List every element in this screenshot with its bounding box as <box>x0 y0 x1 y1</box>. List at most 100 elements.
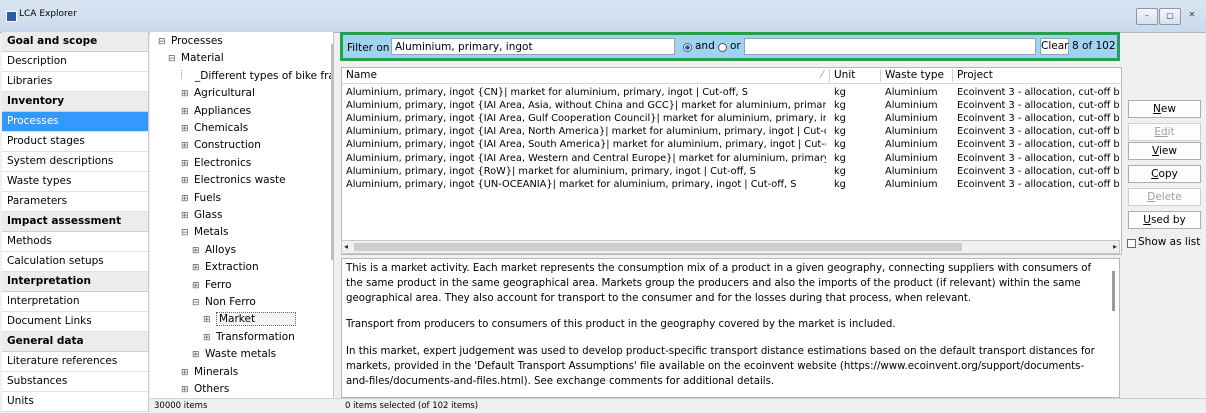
tree-node-market[interactable]: ⊞ Market <box>203 311 297 329</box>
expand-icon[interactable]: ⊞ <box>203 312 212 329</box>
table-horizontal-scrollbar[interactable]: ◂ ▸ <box>341 240 1120 254</box>
sidebar-item-waste-types[interactable]: Waste types <box>2 172 148 192</box>
expand-icon[interactable]: ⊞ <box>181 104 190 121</box>
cell-project: Ecoinvent 3 - allocation, cut-off by <box>957 152 1119 164</box>
expand-icon[interactable]: ⊞ <box>181 208 190 225</box>
tree-node-label: Appliances <box>194 104 252 117</box>
scroll-right-icon[interactable]: ▸ <box>1113 241 1117 253</box>
close-button[interactable]: ✕ <box>1182 8 1202 23</box>
table-row[interactable]: Aluminium, primary, ingot {IAI Area, Gul… <box>342 112 1121 125</box>
table-row[interactable]: Aluminium, primary, ingot {UN-OCEANIA}| … <box>342 178 1121 191</box>
table-row[interactable]: Aluminium, primary, ingot {IAI Area, Nor… <box>342 125 1121 138</box>
tree-node-electronics-waste[interactable]: ⊞ Electronics waste <box>181 172 286 189</box>
expand-icon[interactable]: ⊞ <box>181 156 190 173</box>
second-filter-input[interactable] <box>744 38 1036 55</box>
tree-node-construction[interactable]: ⊞ Construction <box>181 137 261 154</box>
show-as-list-checkbox[interactable] <box>1127 239 1136 248</box>
sidebar-item-system-descriptions[interactable]: System descriptions <box>2 152 148 172</box>
tree-node-non-ferro[interactable]: ⊟ Non Ferro <box>192 294 256 311</box>
sidebar-item-substances[interactable]: Substances <box>2 372 148 392</box>
expand-icon[interactable]: ⊞ <box>192 260 201 277</box>
expand-icon[interactable]: ⊞ <box>181 86 190 103</box>
column-header-project[interactable]: Project <box>953 69 1121 82</box>
collapse-icon[interactable]: ⊟ <box>192 295 201 312</box>
tree-node-different-types-of-bike-fra[interactable]: _Different types of bike fra <box>181 68 333 85</box>
delete-button[interactable]: Delete <box>1128 188 1201 206</box>
tree-node-ferro[interactable]: ⊞ Ferro <box>192 277 232 294</box>
cell-name: Aluminium, primary, ingot {IAI Area, Asi… <box>346 100 826 112</box>
collapse-icon[interactable]: ⊟ <box>158 34 167 51</box>
sidebar-item-document-links[interactable]: Document Links <box>2 312 148 332</box>
sidebar-item-interpretation[interactable]: Interpretation <box>2 292 148 312</box>
or-radio[interactable] <box>718 43 727 52</box>
column-header-waste-type[interactable]: Waste type <box>881 69 953 82</box>
column-header-unit[interactable]: Unit <box>830 69 881 82</box>
expand-icon[interactable]: ⊞ <box>192 347 201 364</box>
table-row[interactable]: Aluminium, primary, ingot {RoW}| market … <box>342 165 1121 178</box>
cell-unit: kg <box>834 113 846 125</box>
sidebar-item-methods[interactable]: Methods <box>2 232 148 252</box>
button-mnemonic: U <box>1143 214 1151 226</box>
cell-waste-type: Aluminium <box>885 126 938 138</box>
tree-node-chemicals[interactable]: ⊞ Chemicals <box>181 120 248 137</box>
collapse-icon[interactable]: ⊟ <box>168 51 177 68</box>
window-title: LCA Explorer <box>19 9 77 19</box>
scroll-left-icon[interactable]: ◂ <box>344 241 348 253</box>
table-row[interactable]: Aluminium, primary, ingot {IAI Area, Sou… <box>342 138 1121 151</box>
filter-input[interactable] <box>391 38 675 55</box>
tree-node-transformation[interactable]: ⊞ Transformation <box>203 329 295 346</box>
minimize-button[interactable]: – <box>1136 8 1158 25</box>
tree-node-electronics[interactable]: ⊞ Electronics <box>181 155 251 172</box>
sidebar-item-libraries[interactable]: Libraries <box>2 72 148 92</box>
sidebar-item-literature-references[interactable]: Literature references <box>2 352 148 372</box>
sidebar-item-processes[interactable]: Processes <box>2 112 148 132</box>
tree-node-alloys[interactable]: ⊞ Alloys <box>192 242 236 259</box>
expand-icon[interactable]: ⊞ <box>181 121 190 138</box>
sidebar-item-calculation-setups[interactable]: Calculation setups <box>2 252 148 272</box>
used-by-button[interactable]: Used by <box>1128 211 1201 229</box>
expand-icon[interactable] <box>181 69 191 79</box>
tree-node-agricultural[interactable]: ⊞ Agricultural <box>181 85 255 102</box>
new-button[interactable]: New <box>1128 100 1201 118</box>
expand-icon[interactable]: ⊞ <box>181 138 190 155</box>
tree-node-material[interactable]: ⊟ Material <box>168 50 224 67</box>
collapse-icon[interactable]: ⊟ <box>181 225 190 242</box>
tree-scrollbar[interactable] <box>331 44 334 260</box>
button-label: it <box>1167 126 1175 138</box>
copy-button[interactable]: Copy <box>1128 165 1201 183</box>
and-radio[interactable] <box>683 43 692 52</box>
edit-button[interactable]: Edit <box>1128 123 1201 141</box>
tree-node-waste-metals[interactable]: ⊞ Waste metals <box>192 346 276 363</box>
tree-node-processes[interactable]: ⊟ Processes <box>158 33 223 50</box>
clear-button[interactable]: Clear <box>1040 38 1069 55</box>
scrollbar-thumb[interactable] <box>354 243 962 251</box>
expand-icon[interactable]: ⊞ <box>181 382 190 398</box>
expand-icon[interactable]: ⊞ <box>181 191 190 208</box>
sidebar-item-parameters[interactable]: Parameters <box>2 192 148 212</box>
table-row[interactable]: Aluminium, primary, ingot {IAI Area, Asi… <box>342 99 1121 112</box>
tree-node-glass[interactable]: ⊞ Glass <box>181 207 222 224</box>
tree-node-others[interactable]: ⊞ Others <box>181 381 229 398</box>
tree-node-fuels[interactable]: ⊞ Fuels <box>181 190 221 207</box>
expand-icon[interactable]: ⊞ <box>181 173 190 190</box>
maximize-button[interactable]: ▢ <box>1159 8 1181 25</box>
sidebar-item-product-stages[interactable]: Product stages <box>2 132 148 152</box>
sidebar-item-units[interactable]: Units <box>2 392 148 412</box>
expand-icon[interactable]: ⊞ <box>203 330 212 347</box>
expand-icon[interactable]: ⊞ <box>181 365 190 382</box>
button-label: sed by <box>1150 214 1186 226</box>
sidebar-item-description[interactable]: Description <box>2 52 148 72</box>
tree-node-label: Electronics <box>194 156 252 169</box>
table-row[interactable]: Aluminium, primary, ingot {CN}| market f… <box>342 86 1121 99</box>
process-table: Name ⁄ Unit Waste type Project Aluminium… <box>341 67 1122 255</box>
tree-node-extraction[interactable]: ⊞ Extraction <box>192 259 259 276</box>
tree-node-appliances[interactable]: ⊞ Appliances <box>181 103 251 120</box>
view-button[interactable]: View <box>1128 142 1201 160</box>
column-header-name[interactable]: Name ⁄ <box>342 69 830 82</box>
tree-node-minerals[interactable]: ⊞ Minerals <box>181 364 238 381</box>
tree-node-metals[interactable]: ⊟ Metals <box>181 224 228 241</box>
expand-icon[interactable]: ⊞ <box>192 278 201 295</box>
description-scrollbar[interactable] <box>1112 271 1115 311</box>
expand-icon[interactable]: ⊞ <box>192 243 201 260</box>
table-row[interactable]: Aluminium, primary, ingot {IAI Area, Wes… <box>342 152 1121 165</box>
